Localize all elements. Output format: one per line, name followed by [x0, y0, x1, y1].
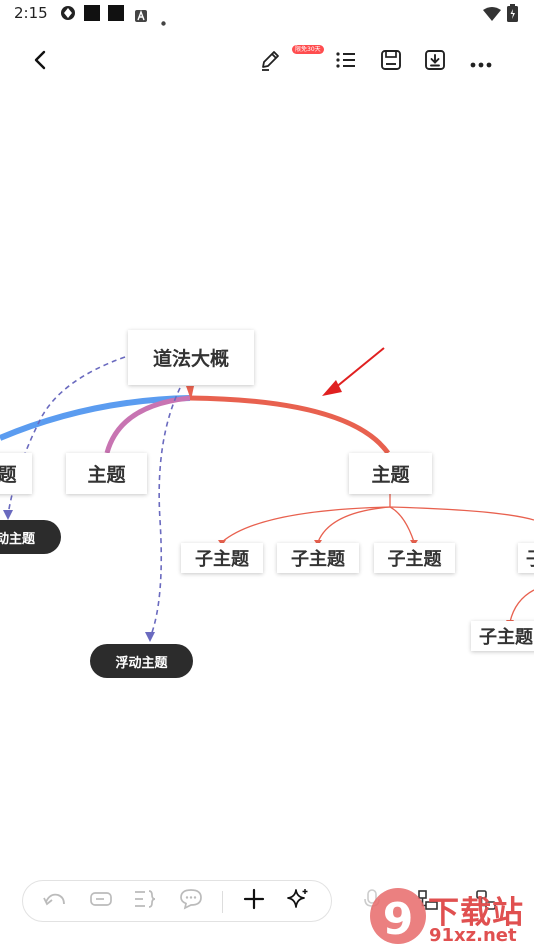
status-time: 2:15: [14, 4, 48, 22]
topic-left[interactable]: 题: [0, 453, 32, 494]
black-square-icon: [84, 5, 100, 25]
floating-topic-bottom[interactable]: 浮动主题: [90, 644, 193, 678]
top-toolbar: [0, 40, 534, 86]
sparkle-icon: [286, 887, 310, 915]
list-icon: [335, 50, 357, 74]
undo-button[interactable]: [37, 881, 73, 921]
topic-middle[interactable]: 主题: [66, 453, 147, 494]
toolbar-divider: [222, 891, 223, 913]
watermark-domain: 91xz.net: [429, 925, 517, 946]
subtopic-lower-right[interactable]: 子主题: [471, 621, 534, 651]
mindmap-canvas[interactable]: 道法大概 题 主题 主题 子主题 子主题 子主题 子 子主题 动主题 浮动主题: [0, 86, 534, 866]
bracket-icon: [133, 889, 157, 913]
back-button[interactable]: [20, 40, 60, 84]
ai-button[interactable]: [280, 881, 316, 921]
save-icon: [380, 49, 402, 75]
add-icon: [243, 888, 265, 914]
wifi-icon: [483, 6, 501, 25]
root-topic[interactable]: 道法大概: [128, 330, 254, 385]
svg-text:9: 9: [383, 894, 414, 945]
status-bar: 2:15: [0, 0, 534, 28]
subtopic-3[interactable]: 子主题: [374, 543, 455, 573]
black-square-icon: [108, 5, 124, 25]
pen-button[interactable]: [250, 40, 290, 84]
watermark-logo: 9: [370, 888, 426, 945]
aperture-icon: [60, 5, 76, 25]
more-icon: [470, 53, 492, 72]
subtopic-1[interactable]: 子主题: [181, 543, 263, 573]
subtopic-2[interactable]: 子主题: [277, 543, 359, 573]
dot-icon: [161, 11, 166, 30]
comment-button[interactable]: [173, 881, 209, 921]
topic-right[interactable]: 主题: [349, 453, 432, 494]
floating-topic-left[interactable]: 动主题: [0, 520, 61, 554]
add-button[interactable]: [236, 881, 272, 921]
annotation-arrow-head: [322, 380, 342, 396]
subtopic-4-partial[interactable]: 子: [518, 543, 534, 573]
promo-badge: 限免30天: [292, 45, 324, 54]
text-box-button[interactable]: [83, 881, 119, 921]
battery-icon: [507, 4, 518, 26]
text-box-icon: [89, 890, 113, 912]
back-icon: [33, 50, 47, 74]
download-button[interactable]: [415, 40, 455, 84]
pen-icon: [259, 49, 281, 75]
more-button[interactable]: [461, 40, 501, 84]
outline-button[interactable]: [326, 40, 366, 84]
branch-line-right: [189, 395, 391, 455]
download-icon: [424, 49, 446, 75]
bottom-toolbar: [22, 880, 332, 922]
comment-icon: [179, 888, 203, 914]
save-button[interactable]: [371, 40, 411, 84]
a-badge-icon: [135, 7, 147, 26]
annotation-arrow-line: [334, 347, 385, 389]
bracket-button[interactable]: [127, 881, 163, 921]
undo-icon: [42, 890, 68, 912]
